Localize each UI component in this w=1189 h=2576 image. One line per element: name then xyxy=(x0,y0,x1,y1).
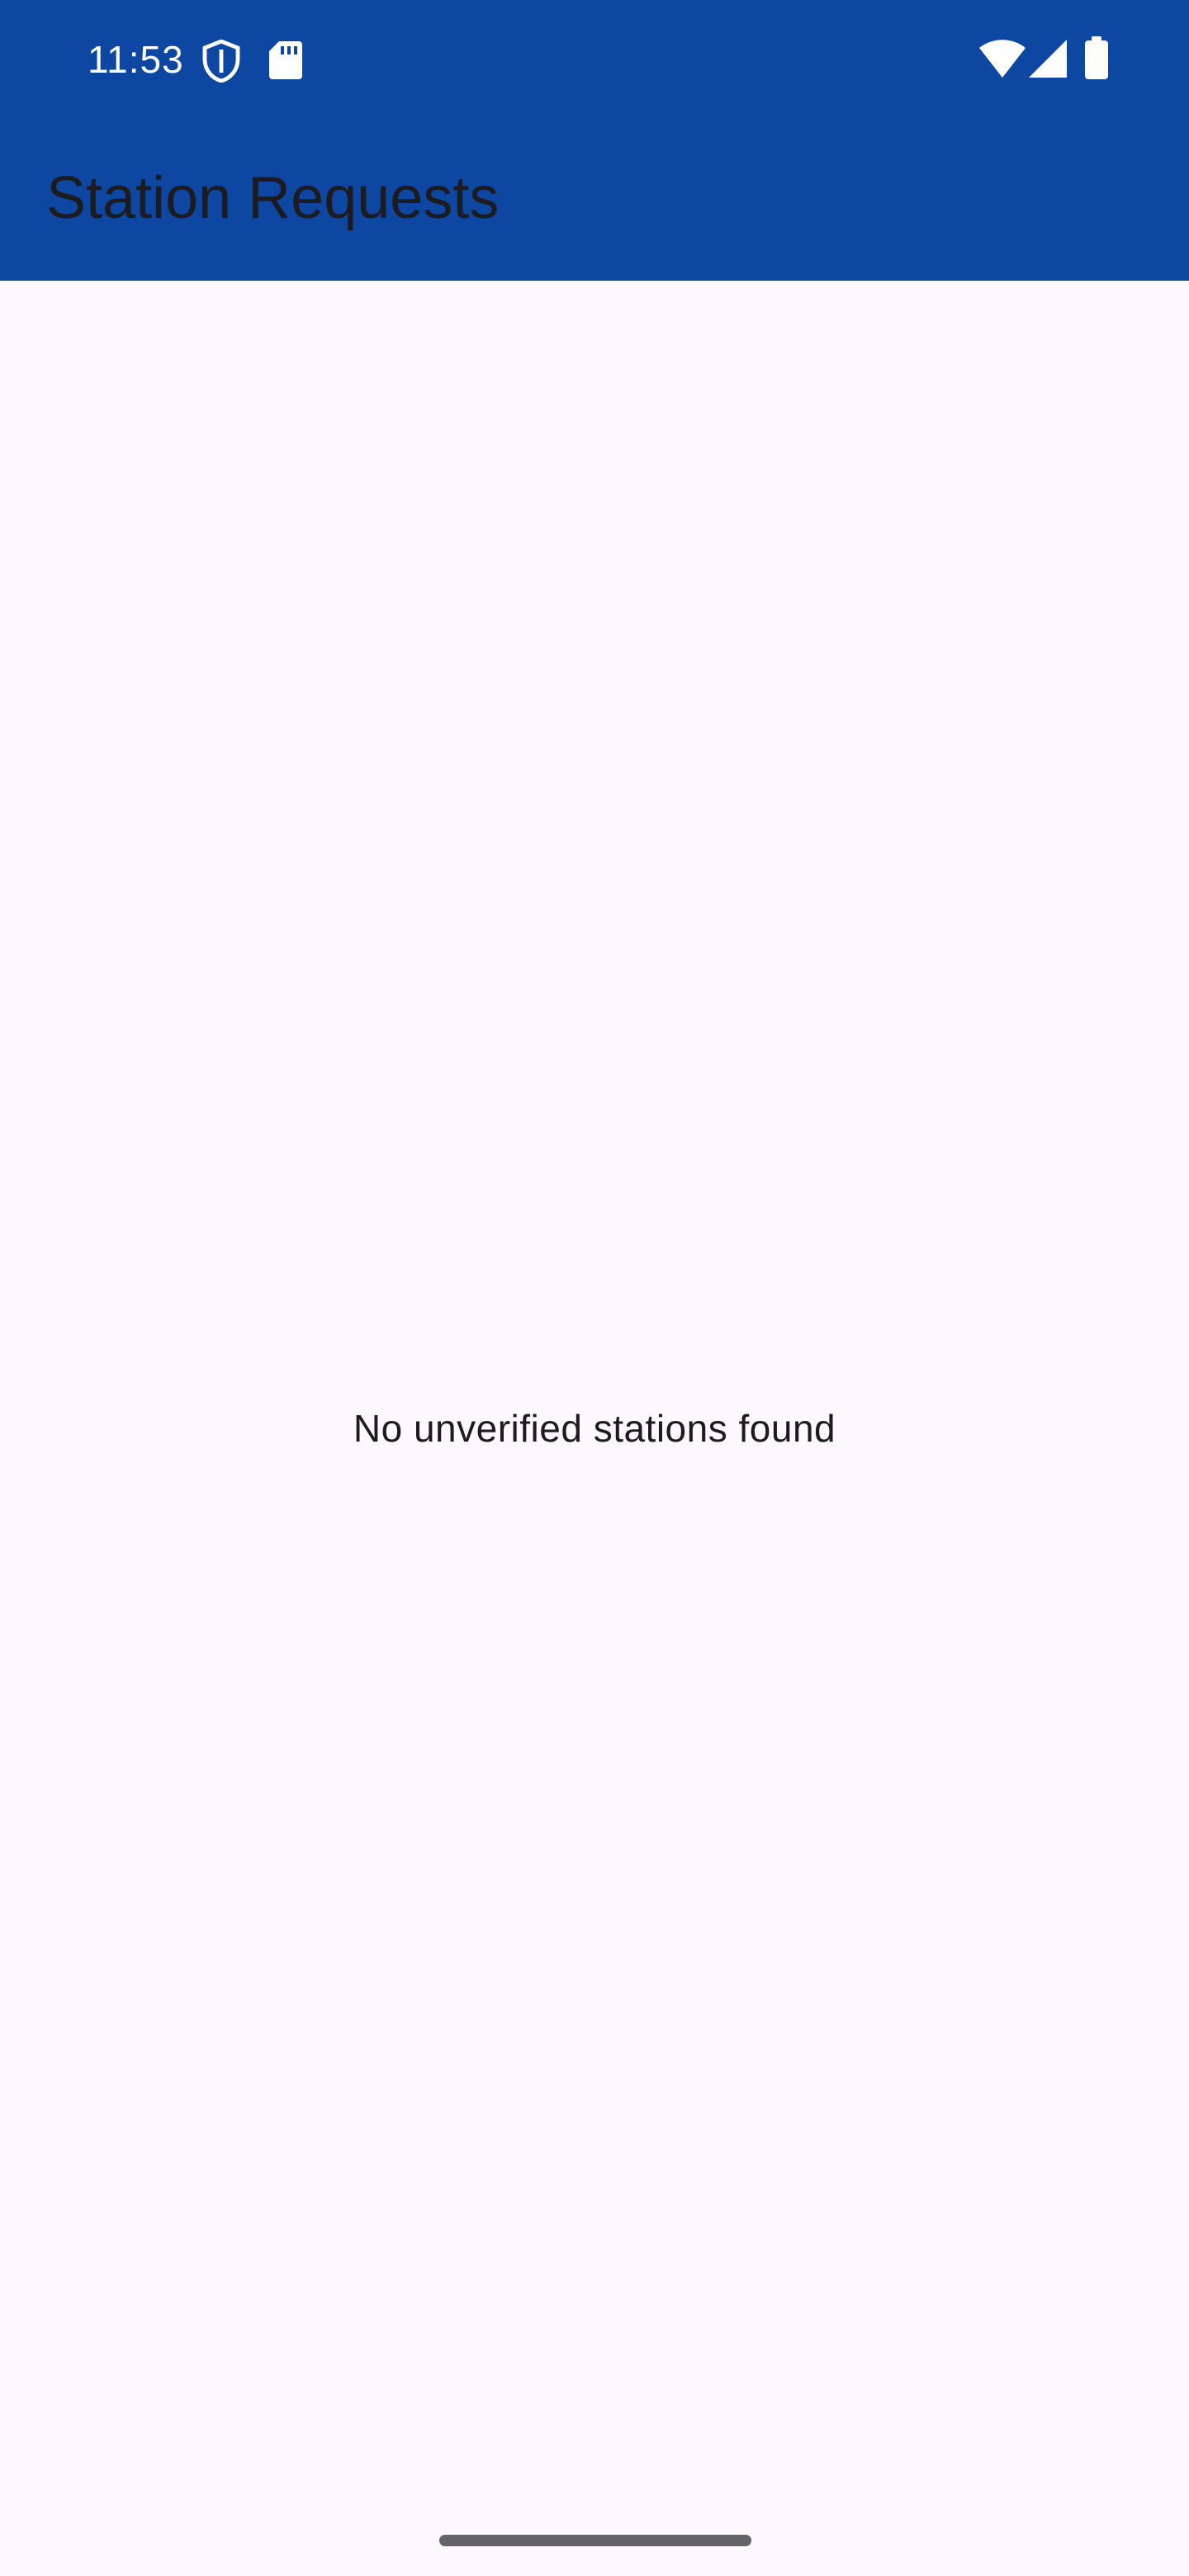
screen: 11:53 Station Requests No unverified sta… xyxy=(0,0,1189,2576)
cell-signal-icon xyxy=(1029,40,1067,78)
page-title: Station Requests xyxy=(46,165,500,231)
empty-state-message: No unverified stations found xyxy=(353,1407,836,1450)
sd-card-icon xyxy=(269,41,302,79)
home-indicator[interactable] xyxy=(439,2535,751,2546)
battery-icon xyxy=(1085,36,1108,79)
status-time: 11:53 xyxy=(88,38,184,81)
wifi-icon xyxy=(979,40,1026,78)
shield-icon xyxy=(202,40,240,83)
status-bar: 11:53 xyxy=(0,0,1189,116)
app-bar: Station Requests xyxy=(0,116,1189,281)
